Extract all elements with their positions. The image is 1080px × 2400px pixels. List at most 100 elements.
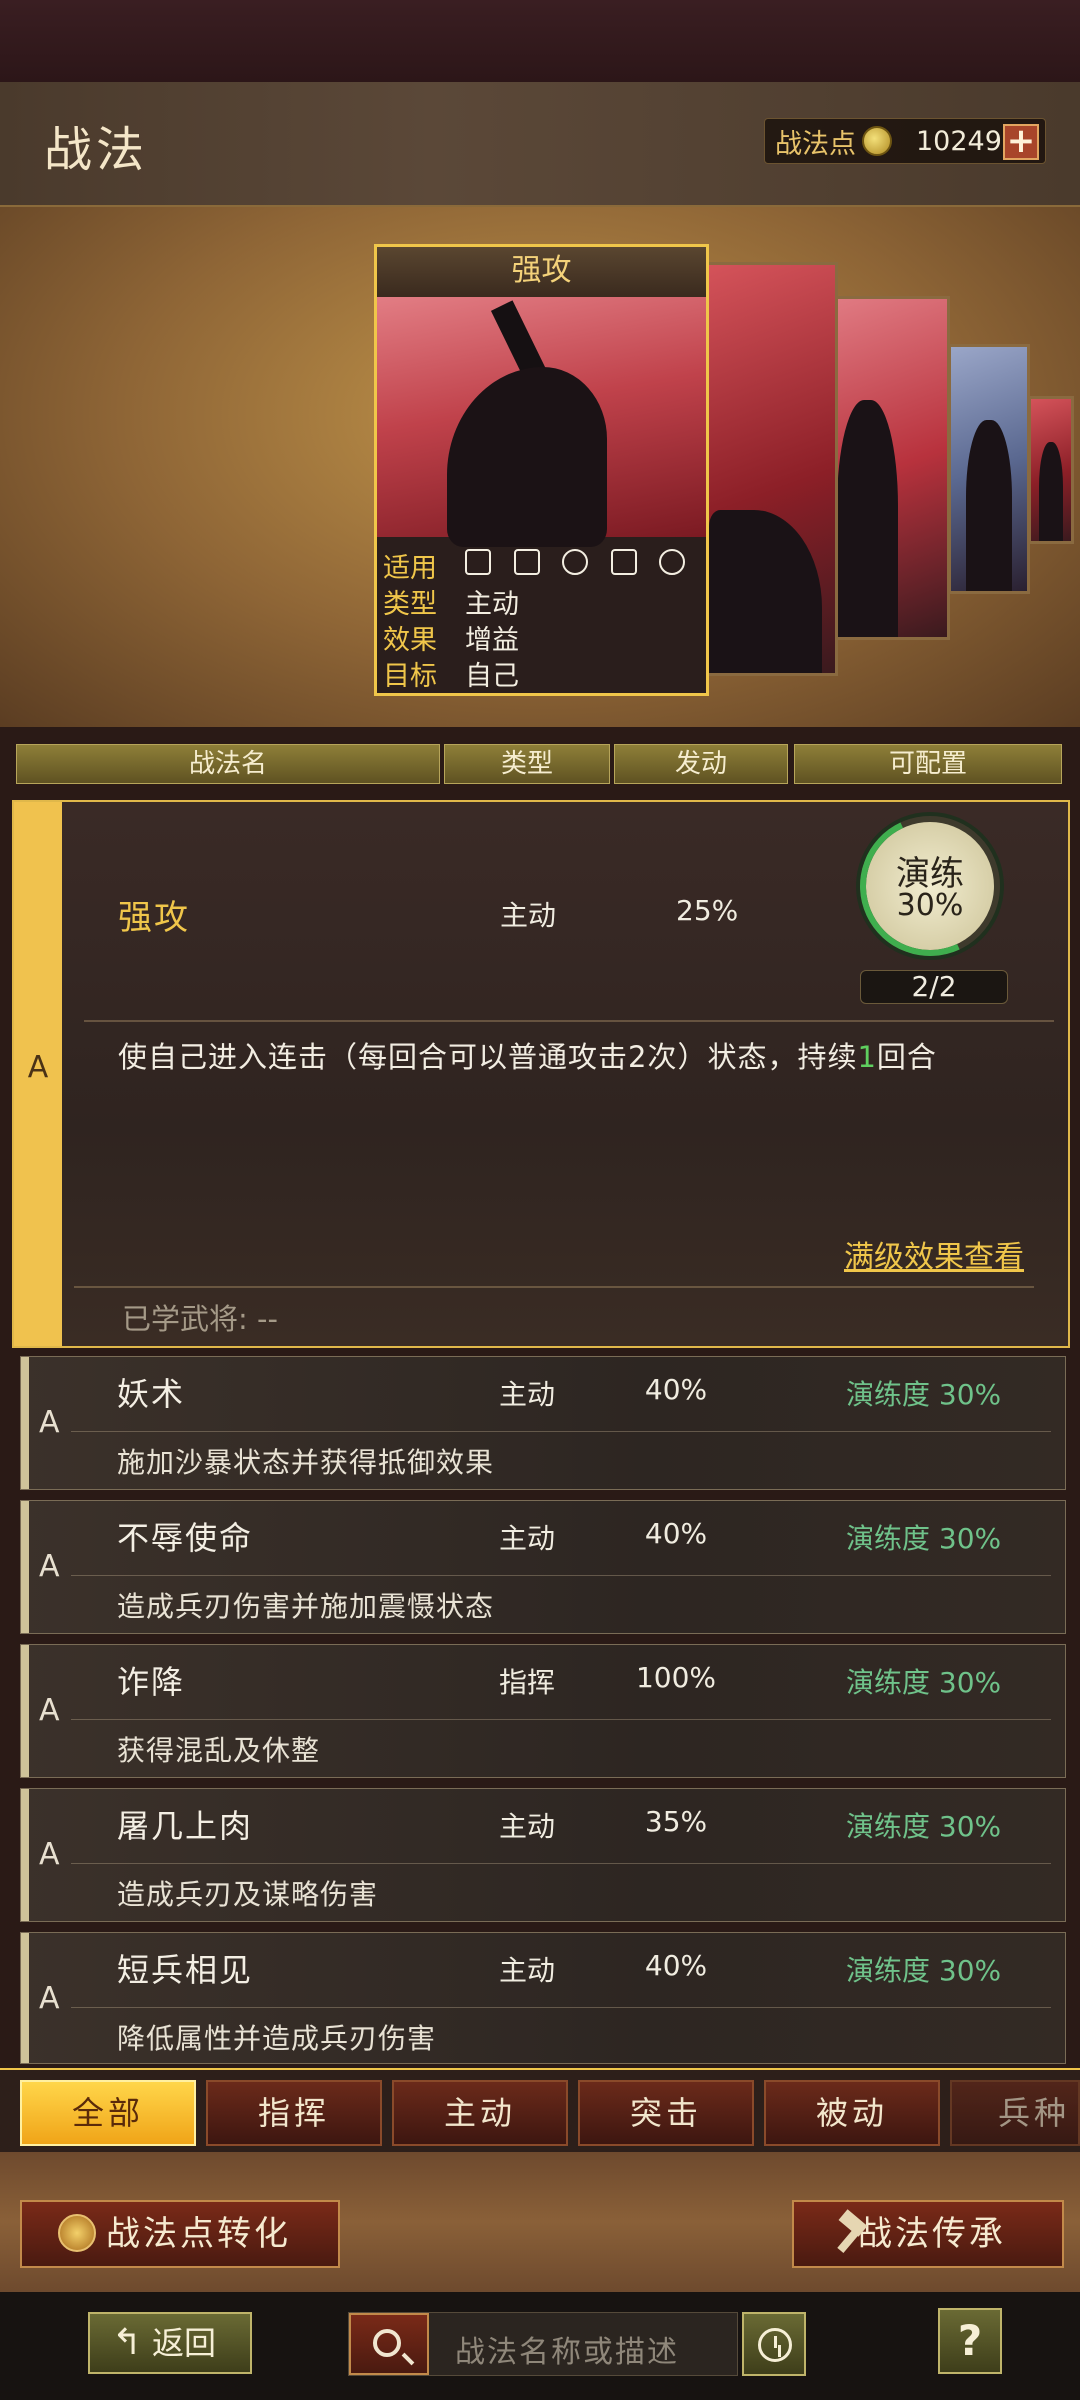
skill-list-item[interactable]: A 不辱使命 主动 40% 演练度 30% 造成兵刃伤害并施加震慑状态: [20, 1500, 1066, 1634]
tab-command[interactable]: 指挥: [206, 2080, 382, 2146]
card-info-value: 主动: [465, 588, 519, 620]
skill-type: 主动: [499, 1954, 556, 1987]
skill-name: 妖术: [117, 1375, 186, 1413]
skill-type: 主动: [499, 1378, 556, 1411]
learned-generals: 已学武将: --: [122, 1302, 278, 1336]
skill-list-item[interactable]: A 妖术 主动 40% 演练度 30% 施加沙暴状态并获得抵御效果: [20, 1356, 1066, 1490]
skill-desc: 施加沙暴状态并获得抵御效果: [117, 1446, 495, 1479]
drill-count: 2/2: [860, 970, 1008, 1004]
skill-rate: 40%: [644, 1517, 708, 1550]
skill-rank: A: [39, 1837, 60, 1872]
skill-desc: 获得混乱及休整: [117, 1734, 321, 1767]
card-info-key: 效果: [383, 624, 437, 656]
col-header-config[interactable]: 可配置: [794, 744, 1062, 784]
skill-drill: 演练度 30%: [846, 1810, 1002, 1843]
skill-type: 指挥: [499, 1666, 556, 1699]
skill-points-label: 战法点: [775, 128, 856, 160]
skill-desc: 降低属性并造成兵刃伤害: [117, 2022, 437, 2055]
stacked-card[interactable]: [948, 344, 1030, 594]
max-effect-link[interactable]: 满级效果查看: [844, 1232, 1024, 1276]
stacked-card[interactable]: [706, 262, 838, 676]
desc-highlight: 1: [857, 1040, 877, 1074]
tab-assault[interactable]: 突击: [578, 2080, 754, 2146]
skill-desc: 造成兵刃及谋略伤害: [117, 1878, 379, 1911]
card-skill-name: 强攻: [377, 247, 706, 297]
tab-passive[interactable]: 被动: [764, 2080, 940, 2146]
card-info-key: 目标: [383, 660, 437, 692]
page-title: 战法: [44, 122, 149, 178]
drill-button[interactable]: 演练 30%: [840, 796, 1020, 976]
skill-list-item[interactable]: A 屠几上肉 主动 35% 演练度 30% 造成兵刃及谋略伤害: [20, 1788, 1066, 1922]
divider: [84, 1020, 1054, 1022]
card-info: 适用 类型 主动 效果 增益 目标 自己: [383, 547, 703, 692]
skill-description: 使自己进入连击（每回合可以普通攻击2次）状态，持续1回合: [118, 1034, 937, 1076]
tab-all[interactable]: 全部: [20, 2080, 196, 2146]
card-info-value: 自己: [465, 660, 519, 692]
drill-value: 30%: [896, 888, 964, 923]
card-info-row: 类型 主动: [383, 583, 703, 620]
skill-rank: A: [39, 1981, 60, 2016]
inherit-skill-button[interactable]: 战法传承: [792, 2200, 1064, 2268]
clock-icon: [758, 2328, 792, 2362]
wheel-icon: [659, 548, 686, 575]
skill-drill: 演练度 30%: [846, 1666, 1002, 1699]
skill-rate: 100%: [635, 1661, 717, 1694]
search-placeholder: 战法名称或描述: [455, 2335, 679, 2370]
skill-type: 主动: [499, 1522, 556, 1555]
search-button[interactable]: [349, 2313, 429, 2375]
back-label: 返回: [152, 2324, 217, 2362]
skill-name: 不辱使命: [117, 1519, 254, 1557]
skill-type: 主动: [500, 899, 557, 932]
skill-point-coin-icon: [862, 126, 892, 156]
skill-name: 诈降: [117, 1663, 186, 1701]
cavalry-icon: [465, 548, 491, 575]
skill-rank: A: [39, 1693, 60, 1728]
filter-tabs: 全部 指挥 主动 突击 被动 兵种: [0, 2068, 1080, 2152]
skill-name: 强攻: [118, 898, 190, 938]
col-header-name[interactable]: 战法名: [16, 744, 440, 784]
skill-rank-strip: A: [14, 802, 62, 1346]
card-info-row: 目标 自己: [383, 655, 703, 692]
search-icon: [373, 2329, 401, 2357]
stacked-card[interactable]: [834, 296, 950, 640]
skill-rate: 25%: [676, 894, 739, 927]
search-box[interactable]: 战法名称或描述: [348, 2312, 738, 2376]
status-band: [0, 0, 1080, 82]
skill-name: 屠几上肉: [117, 1807, 254, 1845]
divider: [74, 1286, 1034, 1288]
hammer-icon: [830, 2214, 868, 2252]
back-arrow-icon: ↰: [112, 2322, 143, 2363]
bottom-nav: ↰ 返回 战法名称或描述 ?: [0, 2292, 1080, 2400]
back-button[interactable]: ↰ 返回: [88, 2312, 252, 2374]
skill-name: 短兵相见: [117, 1951, 254, 1989]
history-button[interactable]: [742, 2312, 806, 2376]
col-header-rate[interactable]: 发动: [614, 744, 788, 784]
shield-icon: [513, 548, 540, 575]
help-button[interactable]: ?: [938, 2308, 1002, 2374]
selected-skill-card[interactable]: 强攻 适用 类型 主动 效果 增益 目标 自己: [374, 244, 709, 696]
card-info-key: 适用: [383, 552, 437, 584]
card-info-row: 效果 增益: [383, 619, 703, 656]
spear-icon: [610, 548, 637, 575]
card-info-key: 类型: [383, 588, 437, 620]
skill-point-icon: [58, 2213, 96, 2252]
selected-skill-panel[interactable]: A 强攻 主动 25% 演练 30% 2/2 使自己进入连击（每回合可以普通攻击…: [12, 796, 1070, 1348]
convert-points-label: 战法点转化: [106, 2214, 291, 2254]
col-header-type[interactable]: 类型: [444, 744, 610, 784]
skill-rank: A: [39, 1549, 60, 1584]
tab-troop[interactable]: 兵种: [950, 2080, 1080, 2146]
skill-rate: 40%: [644, 1373, 708, 1406]
stacked-card[interactable]: [1028, 396, 1074, 544]
skill-rank: A: [27, 1050, 49, 1085]
convert-points-button[interactable]: 战法点转化: [20, 2200, 340, 2268]
card-artwork: [377, 297, 706, 547]
card-info-row: 适用: [383, 547, 703, 584]
tab-active[interactable]: 主动: [392, 2080, 568, 2146]
skill-list-item[interactable]: A 诈降 指挥 100% 演练度 30% 获得混乱及休整: [20, 1644, 1066, 1778]
skill-drill: 演练度 30%: [846, 1522, 1002, 1555]
skill-drill: 演练度 30%: [846, 1378, 1002, 1411]
desc-text: 使自己进入连击（每回合可以普通攻击2次）状态，持续: [118, 1040, 858, 1074]
add-points-button[interactable]: +: [1003, 124, 1039, 160]
card-info-value: 增益: [465, 624, 519, 656]
skill-list-item[interactable]: A 短兵相见 主动 40% 演练度 30% 降低属性并造成兵刃伤害: [20, 1932, 1066, 2064]
